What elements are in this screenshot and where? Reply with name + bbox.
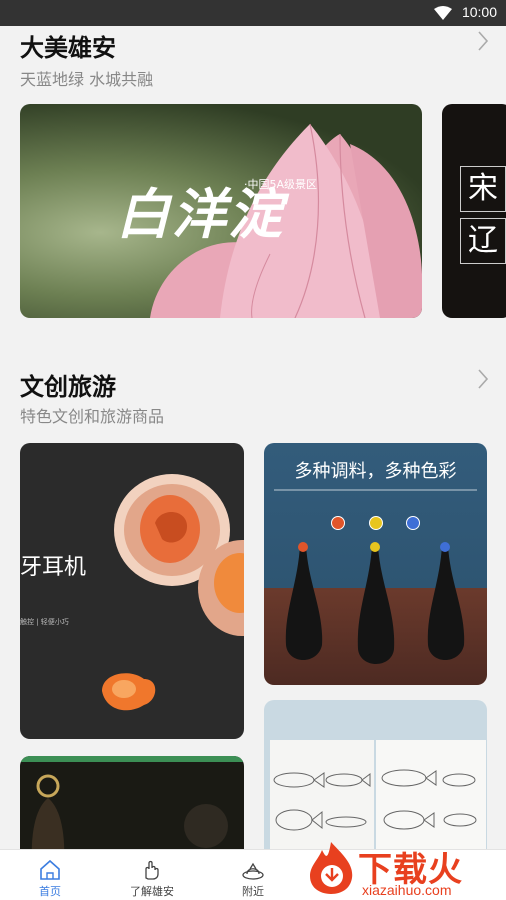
home-icon xyxy=(40,859,60,880)
earbuds-fine-print: 触控 | 轻便小巧 xyxy=(20,618,69,626)
tab-home-label: 首页 xyxy=(39,885,61,898)
tab-nearby-label: 附近 xyxy=(242,885,264,898)
tab-home[interactable]: 首页 xyxy=(5,850,95,900)
earbud-illustration xyxy=(102,474,244,711)
chevron-right-icon[interactable] xyxy=(476,30,490,52)
next-card-char-1: 宋 xyxy=(460,166,506,212)
lotus-tagline: ·中国5A级景区 xyxy=(244,178,318,191)
status-time: 10:00 xyxy=(461,4,497,20)
status-bar: 10:00 xyxy=(0,0,506,26)
tab-nearby[interactable]: 附近 xyxy=(208,850,298,900)
tab-learn-xiongan[interactable]: 了解雄安 xyxy=(107,850,197,900)
spice-bottles-illustration xyxy=(285,542,465,664)
tab-learn-xiongan-label: 了解雄安 xyxy=(130,885,174,898)
flame-logo-icon xyxy=(310,842,353,894)
nearby-icon xyxy=(242,862,264,880)
chevron-right-icon[interactable] xyxy=(476,368,490,390)
product-card-spice[interactable]: 多种调料，多种色彩 xyxy=(264,443,487,685)
watermark: 下载火 xiazaihuo.com xyxy=(300,836,506,900)
section-title-beauty: 大美雄安 xyxy=(20,34,116,62)
next-scenic-card[interactable]: 宋 辽 xyxy=(442,104,506,318)
lotus-scenic-card[interactable]: 白洋淀 ·中国5A级景区 xyxy=(20,104,422,318)
section-subtitle-culture: 特色文创和旅游商品 xyxy=(20,407,165,426)
hand-icon xyxy=(145,860,159,880)
earbuds-headline: 牙耳机 xyxy=(20,555,87,580)
section-subtitle-beauty: 天蓝地绿 水城共融 xyxy=(20,70,154,89)
watermark-url: xiazaihuo.com xyxy=(362,882,452,898)
wifi-icon xyxy=(434,6,452,20)
product-card-earbuds[interactable]: 牙耳机 触控 | 轻便小巧 xyxy=(20,443,244,739)
section-title-culture: 文创旅游 xyxy=(20,373,116,401)
next-card-char-2: 辽 xyxy=(460,218,506,264)
